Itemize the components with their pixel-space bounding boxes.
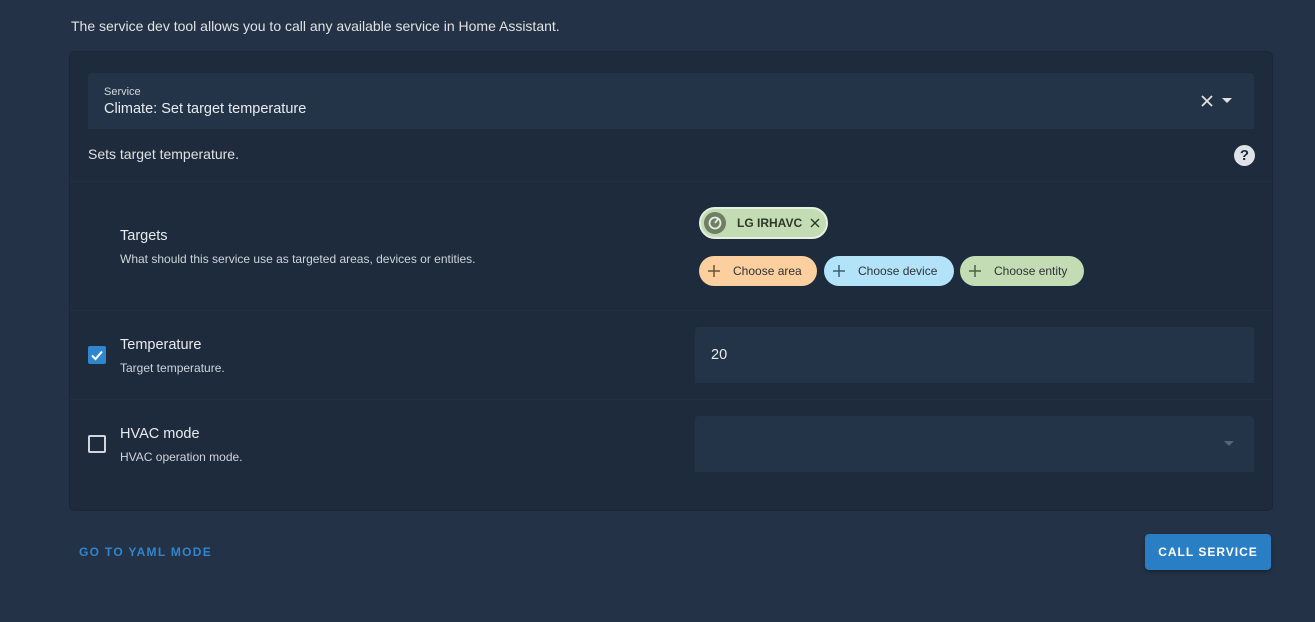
thermostat-icon	[704, 212, 726, 234]
hvac-mode-checkbox[interactable]	[88, 435, 106, 453]
choose-area-button[interactable]: Choose area	[699, 256, 817, 286]
call-service-button[interactable]: CALL SERVICE	[1145, 534, 1271, 570]
entity-chip-label: LG IRHAVC	[737, 216, 803, 230]
choose-device-label: Choose device	[858, 264, 938, 278]
yaml-mode-button[interactable]: GO TO YAML MODE	[79, 545, 212, 559]
clear-icon[interactable]	[1199, 93, 1215, 109]
temperature-value: 20	[711, 347, 728, 363]
hvac-mode-title: HVAC mode	[120, 426, 200, 442]
choose-entity-label: Choose entity	[994, 264, 1068, 278]
plus-icon	[833, 265, 845, 277]
service-description: Sets target temperature.	[88, 146, 239, 162]
remove-icon[interactable]	[809, 217, 821, 229]
targets-title: Targets	[120, 228, 168, 244]
intro-text: The service dev tool allows you to call …	[71, 18, 560, 34]
check-icon	[91, 350, 103, 361]
service-value: Climate: Set target temperature	[104, 101, 307, 117]
entity-chip-lg-irhavc[interactable]: LG IRHAVC	[699, 207, 828, 239]
divider	[70, 399, 1272, 400]
temperature-input[interactable]: 20	[695, 327, 1254, 383]
chevron-down-icon[interactable]	[1222, 98, 1232, 103]
temperature-subtitle: Target temperature.	[120, 361, 225, 375]
hvac-mode-select[interactable]	[695, 416, 1254, 472]
help-icon[interactable]: ?	[1234, 145, 1255, 166]
choose-entity-button[interactable]: Choose entity	[960, 256, 1084, 286]
plus-icon	[969, 265, 981, 277]
service-card: Service Climate: Set target temperature …	[69, 51, 1273, 511]
call-service-label: CALL SERVICE	[1158, 545, 1258, 559]
service-select[interactable]: Service Climate: Set target temperature	[88, 73, 1254, 129]
hvac-mode-subtitle: HVAC operation mode.	[120, 450, 243, 464]
temperature-title: Temperature	[120, 337, 202, 353]
choose-area-label: Choose area	[733, 264, 802, 278]
targets-subtitle: What should this service use as targeted…	[120, 252, 476, 266]
choose-device-button[interactable]: Choose device	[824, 256, 954, 286]
chevron-down-icon	[1224, 441, 1234, 446]
divider	[70, 310, 1272, 311]
temperature-checkbox[interactable]	[88, 346, 106, 364]
service-label: Service	[104, 86, 141, 98]
plus-icon	[708, 265, 720, 277]
divider	[70, 181, 1272, 182]
